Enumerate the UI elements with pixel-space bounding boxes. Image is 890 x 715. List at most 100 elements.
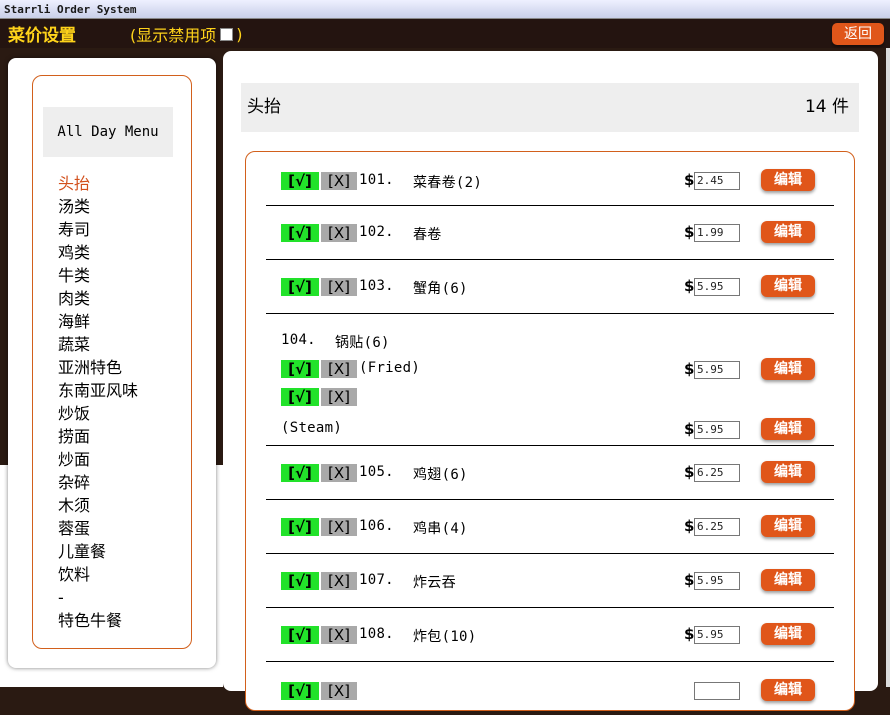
currency-symbol: $ — [684, 625, 695, 643]
price-input[interactable]: 2.45 — [694, 172, 740, 190]
edit-button[interactable]: 编辑 — [761, 169, 815, 191]
price-input[interactable]: 5.95 — [694, 421, 740, 439]
sidebar-item-category[interactable]: 饮料 — [58, 563, 138, 586]
edit-button[interactable]: 编辑 — [761, 515, 815, 537]
item-name: 蟹角(6) — [413, 281, 468, 297]
edit-button[interactable]: 编辑 — [761, 221, 815, 243]
disable-button[interactable]: [X] — [321, 172, 357, 190]
sidebar-item-category[interactable]: 鸡类 — [58, 241, 138, 264]
list-item: [√] [X] 108. 炸包(10) $ 5.95 编辑 — [266, 608, 834, 662]
item-code: 103. — [359, 278, 394, 294]
sidebar-item-category[interactable]: 蔬菜 — [58, 333, 138, 356]
sidebar-item-category[interactable]: 牛类 — [58, 264, 138, 287]
sidebar-item-category[interactable]: 亚洲特色 — [58, 356, 138, 379]
disable-button[interactable]: [X] — [321, 388, 357, 406]
item-code: 104. — [281, 332, 316, 348]
enable-button[interactable]: [√] — [281, 388, 319, 406]
price-input[interactable]: 5.95 — [694, 572, 740, 590]
price-input[interactable]: 5.95 — [694, 361, 740, 379]
edit-button[interactable]: 编辑 — [761, 275, 815, 297]
enable-button[interactable]: [√] — [281, 278, 319, 296]
top-bar: 菜价设置 (显示禁用项 ) 返回 — [0, 19, 890, 48]
list-item: [√] [X] 105. 鸡翅(6) $ 6.25 编辑 — [266, 446, 834, 500]
item-code: 101. — [359, 172, 394, 188]
edit-button[interactable]: 编辑 — [761, 623, 815, 645]
edit-button[interactable]: 编辑 — [761, 358, 815, 380]
sidebar-item-category[interactable]: 捞面 — [58, 425, 138, 448]
disable-button[interactable]: [X] — [321, 278, 357, 296]
enable-button[interactable]: [√] — [281, 518, 319, 536]
edit-button[interactable]: 编辑 — [761, 569, 815, 591]
show-disabled-label: (显示禁用项 — [130, 26, 217, 45]
item-code: 107. — [359, 572, 394, 588]
price-input[interactable]: 6.25 — [694, 464, 740, 482]
disable-button[interactable]: [X] — [321, 572, 357, 590]
item-code: 102. — [359, 224, 394, 240]
sidebar-item-category[interactable]: 头抬 — [58, 172, 138, 195]
item-name: 锅贴(6) — [335, 335, 390, 351]
enable-button[interactable]: [√] — [281, 224, 319, 242]
list-item: [√] [X] 103. 蟹角(6) $ 5.95 编辑 — [266, 260, 834, 314]
sidebar-item-category[interactable]: 木须 — [58, 494, 138, 517]
price-input[interactable]: 1.99 — [694, 224, 740, 242]
price-input[interactable] — [694, 682, 740, 700]
edit-button[interactable]: 编辑 — [761, 418, 815, 440]
sidebar-item-category[interactable]: 炒面 — [58, 448, 138, 471]
back-button[interactable]: 返回 — [832, 23, 884, 45]
enable-button[interactable]: [√] — [281, 464, 319, 482]
sidebar-item-category[interactable]: 儿童餐 — [58, 540, 138, 563]
list-item: [√] [X] 101. 菜春卷(2) $ 2.45 编辑 — [266, 152, 834, 206]
enable-button[interactable]: [√] — [281, 626, 319, 644]
edit-button[interactable]: 编辑 — [761, 679, 815, 701]
sidebar-item-category[interactable]: 海鲜 — [58, 310, 138, 333]
sidebar-item-category[interactable]: 杂碎 — [58, 471, 138, 494]
sidebar-item-category[interactable]: 汤类 — [58, 195, 138, 218]
currency-symbol: $ — [684, 571, 695, 589]
disable-button[interactable]: [X] — [321, 464, 357, 482]
sidebar-item-category[interactable]: 东南亚风味 — [58, 379, 138, 402]
scrollbar[interactable] — [886, 48, 890, 687]
price-input[interactable]: 5.95 — [694, 626, 740, 644]
category-list: 头抬 汤类 寿司 鸡类 牛类 肉类 海鲜 蔬菜 亚洲特色 东南亚风味 炒饭 捞面 炒面 杂碎 木须 蓉蛋 儿童餐… — [58, 172, 138, 632]
page-title: 菜价设置 — [8, 26, 76, 46]
sidebar-panel: All Day Menu 头抬 汤类 寿司 鸡类 牛类 肉类 海鲜 蔬菜 亚洲特色 东南亚风味 炒饭… — [32, 75, 192, 649]
sidebar: All Day Menu 头抬 汤类 寿司 鸡类 牛类 肉类 海鲜 蔬菜 亚洲特色 东南亚风味 炒饭… — [8, 58, 216, 668]
disable-button[interactable]: [X] — [321, 360, 357, 378]
enable-button[interactable]: [√] — [281, 682, 319, 700]
item-code: 108. — [359, 626, 394, 642]
currency-symbol: $ — [684, 277, 695, 295]
item-list: [√] [X] 101. 菜春卷(2) $ 2.45 编辑 [√] [X] 10… — [245, 151, 855, 711]
list-item: [√] [X] 106. 鸡串(4) $ 6.25 编辑 — [266, 500, 834, 554]
show-disabled-toggle[interactable]: (显示禁用项 ) — [130, 22, 243, 46]
list-item: [√] [X] 107. 炸云吞 $ 5.95 编辑 — [266, 554, 834, 608]
item-name: 菜春卷(2) — [413, 175, 483, 191]
item-count: 14 件 — [804, 97, 849, 117]
sidebar-item-category[interactable]: 寿司 — [58, 218, 138, 241]
sidebar-item-category[interactable]: 肉类 — [58, 287, 138, 310]
sidebar-item-category[interactable]: 炒饭 — [58, 402, 138, 425]
item-name: 春卷 — [413, 227, 442, 243]
section-header: 头抬 14 件 — [241, 83, 859, 132]
show-disabled-close: ) — [236, 24, 243, 44]
show-disabled-checkbox[interactable] — [220, 27, 234, 41]
list-item-partial: [√] [X] 编辑 — [266, 662, 834, 715]
enable-button[interactable]: [√] — [281, 172, 319, 190]
section-title: 头抬 — [247, 97, 281, 117]
currency-symbol: $ — [684, 360, 695, 378]
sidebar-item-category[interactable]: - — [58, 586, 138, 609]
enable-button[interactable]: [√] — [281, 360, 319, 378]
list-item: 104. 锅贴(6) [√] [X] (Fried) $ 5.95 编辑 [√]… — [266, 314, 834, 446]
sidebar-item-category[interactable]: 蓉蛋 — [58, 517, 138, 540]
disable-button[interactable]: [X] — [321, 626, 357, 644]
disable-button[interactable]: [X] — [321, 518, 357, 536]
item-name: 炸包(10) — [413, 629, 477, 645]
enable-button[interactable]: [√] — [281, 572, 319, 590]
edit-button[interactable]: 编辑 — [761, 461, 815, 483]
disable-button[interactable]: [X] — [321, 682, 357, 700]
currency-symbol: $ — [684, 223, 695, 241]
disable-button[interactable]: [X] — [321, 224, 357, 242]
item-code: 105. — [359, 464, 394, 480]
price-input[interactable]: 6.25 — [694, 518, 740, 536]
price-input[interactable]: 5.95 — [694, 278, 740, 296]
sidebar-item-category[interactable]: 特色牛餐 — [58, 609, 138, 632]
